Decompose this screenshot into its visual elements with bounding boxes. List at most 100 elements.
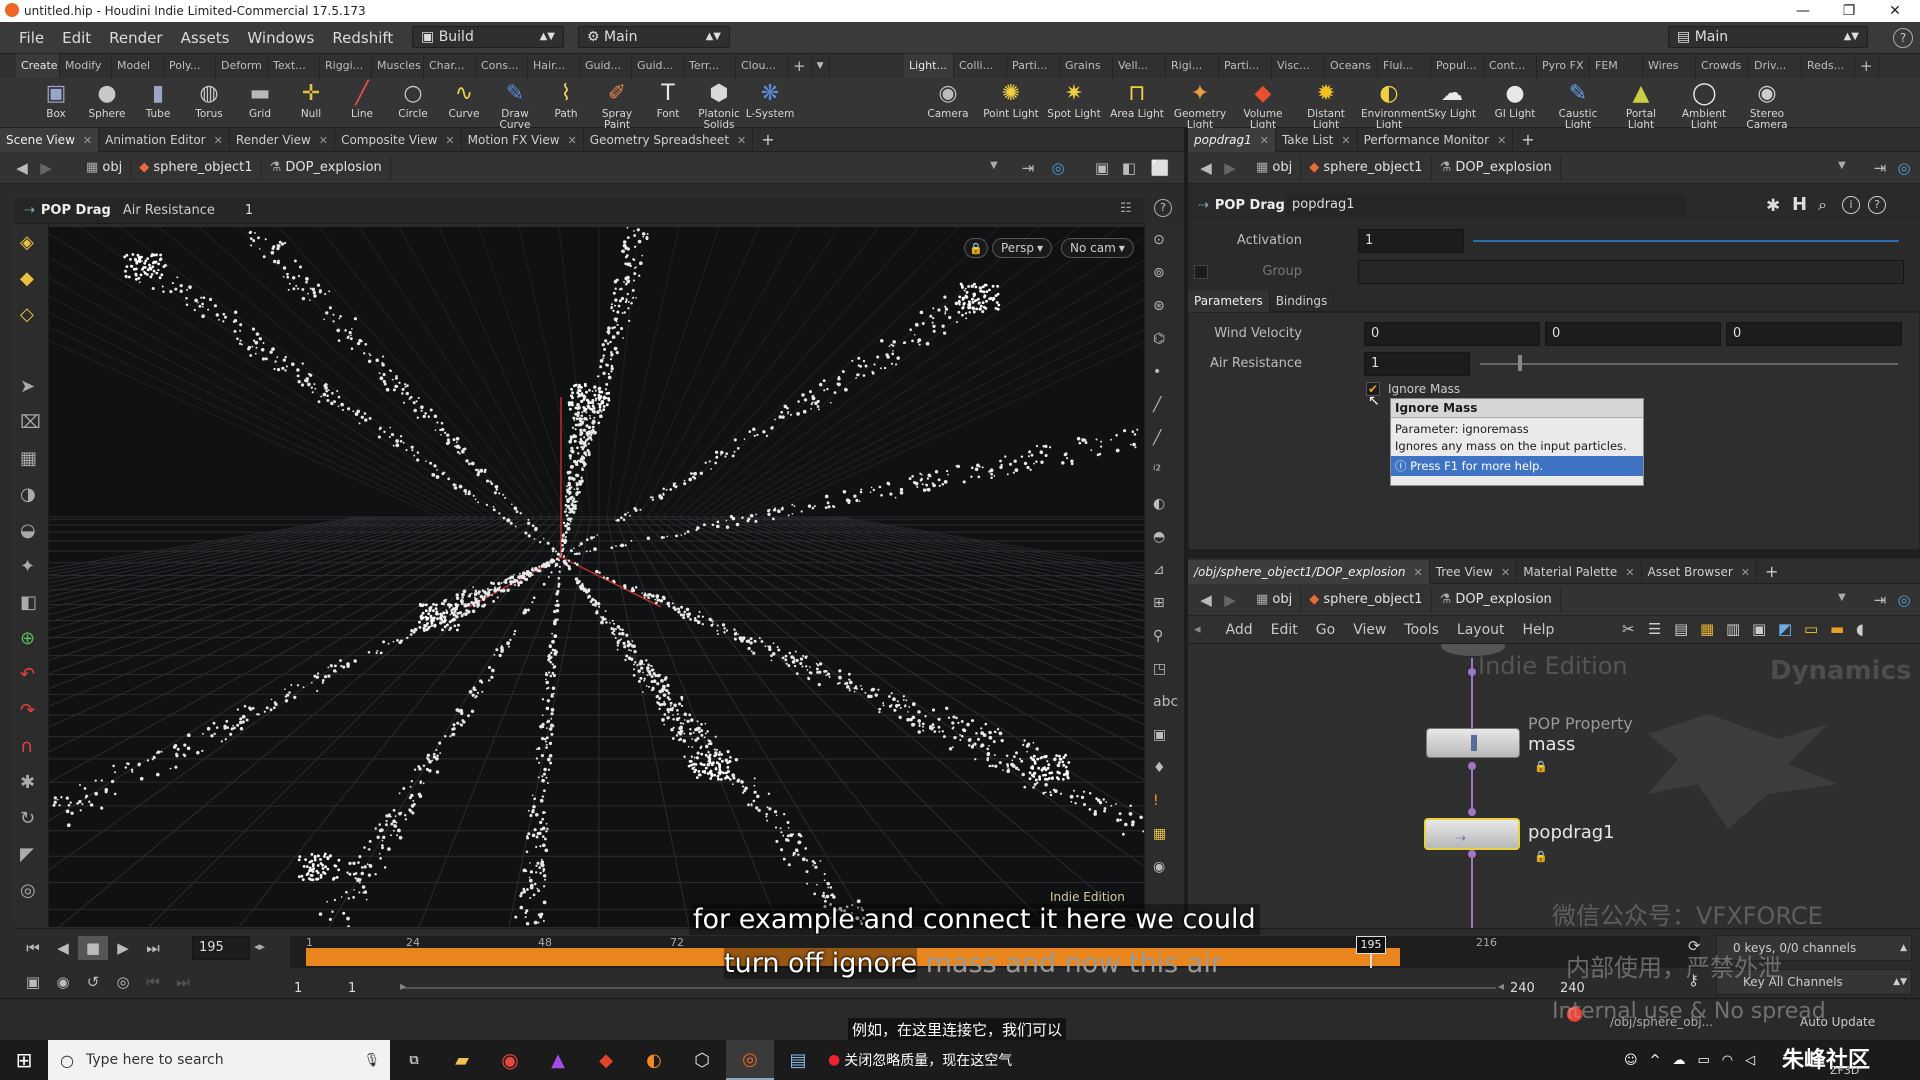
audio-icon[interactable]: ◉ [48,970,78,994]
shelf-tab[interactable]: Hair... [528,54,580,78]
image-icon[interactable]: ◩ [1778,620,1792,638]
shelf-tab[interactable]: Text... [268,54,320,78]
tree-icon[interactable]: ☰ [1648,620,1661,638]
unity-button[interactable]: ⬡ [678,1040,726,1080]
tab-parameters[interactable]: Parameters [1188,289,1270,312]
minimize-button[interactable]: — [1780,0,1826,22]
notepad-button[interactable]: ▤ [774,1040,822,1080]
sky-light-tool[interactable]: ☁ Sky Light [1424,80,1480,126]
app-red-button[interactable]: ◆ [582,1040,630,1080]
node-popdrag1[interactable]: ⇢ [1424,818,1520,850]
activation-field[interactable]: 1 [1358,229,1464,253]
hda-icon[interactable]: H [1792,194,1807,215]
brush-icon[interactable]: ◤ [20,844,34,865]
select-geo-icon[interactable]: ◇ [20,304,34,325]
volume-icon[interactable]: ◁ [1745,1053,1755,1068]
chevron-up-icon[interactable]: ^ [1650,1053,1661,1068]
display-option-icon[interactable]: ◐ [1153,496,1165,512]
close-icon[interactable]: ✕ [1413,566,1422,579]
shelf-tab[interactable]: Guid... [632,54,684,78]
collapse-icon[interactable]: ◂ [1194,622,1201,637]
gear-icon[interactable]: ✱ [1766,196,1780,216]
tab-composite-view[interactable]: Composite View ✕ [335,127,462,152]
menu-assets[interactable]: Assets [172,22,239,54]
wind-velocity-z[interactable]: 0 [1726,322,1902,346]
display-option-icon[interactable]: ◓ [1153,529,1165,545]
menu-edit[interactable]: Edit [53,22,100,54]
tab-popdrag1[interactable]: popdrag1 ✕ [1188,127,1276,152]
shelf-tab[interactable]: Driv... [1749,54,1802,78]
shelf-tab[interactable]: Light... [904,54,954,78]
distant-light-tool[interactable]: ✹ Distant Light [1298,80,1354,131]
shelf-tab[interactable]: Flui... [1378,54,1431,78]
wind-velocity-x[interactable]: 0 [1364,322,1540,346]
prev-key-icon[interactable]: ⏮ [138,970,168,994]
tool-a-icon[interactable]: ▦ [20,448,37,469]
shelf-tab[interactable]: Poly... [164,54,216,78]
caustic-light-tool[interactable]: ✎ Caustic Light [1550,80,1606,131]
view-tool-icon[interactable]: ◧ [20,592,37,613]
display-option-icon[interactable]: ◉ [1153,859,1165,875]
range-end-handle[interactable]: ◂ [1498,979,1504,993]
scale-icon[interactable]: ↷ [20,700,35,721]
desktop-main-select[interactable]: ⚙ Main ▲▼ [578,26,730,48]
tab-scene-view[interactable]: Scene View ✕ [0,127,100,152]
shelf-tab[interactable]: Muscles [372,54,424,78]
cloud-icon[interactable]: ☁ [1672,1053,1685,1068]
playhead-marker[interactable]: 195 [1356,936,1386,954]
display-option-icon[interactable]: ! [1153,793,1159,809]
op-param-value[interactable]: 1 [245,203,253,218]
environment-light-tool[interactable]: ◐ Environment Light [1361,80,1428,131]
stop-icon[interactable]: ■ [78,936,108,960]
more-icon[interactable]: ◖ [1856,620,1864,638]
handle-options-icon[interactable]: ☷ [1120,201,1132,216]
crumb-obj[interactable]: ▦ obj [78,155,132,180]
box-tool[interactable]: ▣ Box [28,80,84,126]
link-icon[interactable]: ◎ [1046,156,1070,180]
current-frame-field[interactable]: 195 [192,936,250,960]
wind-velocity-y[interactable]: 0 [1545,322,1721,346]
ambient-light-tool[interactable]: ◯ Ambient Light [1676,80,1732,131]
crumb-dop-network[interactable]: ⚗ DOP_explosion [1432,155,1561,180]
crumb-dop-network[interactable]: ⚗ DOP_explosion [262,155,391,180]
forward-arrow-icon[interactable]: ▶ [1218,588,1242,612]
crumb-dop-network[interactable]: ⚗ DOP_explosion [1432,587,1561,612]
display-option-icon[interactable]: ⁱ² [1153,463,1161,479]
help-icon[interactable]: ? [1868,196,1886,214]
display-option-icon[interactable]: ⊙ [1153,232,1165,248]
close-icon[interactable]: ✕ [1501,566,1510,579]
menu-layout[interactable]: Layout [1448,622,1514,638]
orbit-icon[interactable]: ↻ [20,808,35,829]
close-icon[interactable]: ✕ [1341,134,1350,147]
shelf-tab[interactable]: Colli... [954,54,1007,78]
spot-light-tool[interactable]: ✷ Spot Light [1046,80,1102,126]
camera-tool[interactable]: ◉ Camera [920,80,976,126]
path-dropdown-icon[interactable]: ▼ [1838,592,1846,603]
shelf-tab[interactable]: Clou... [736,54,788,78]
pin-icon[interactable]: ⇥ [1016,156,1040,180]
add-shelf-tab-icon[interactable]: + [788,54,812,78]
menu-help[interactable]: Help [1514,622,1564,638]
path-dropdown-icon[interactable]: ▼ [1838,160,1846,171]
slider-handle[interactable] [1518,355,1522,371]
shelf-menu-icon[interactable]: ▼ [812,54,830,78]
shelf-tab[interactable]: Crowds [1696,54,1749,78]
tab-render-view[interactable]: Render View ✕ [230,127,336,152]
shelf-tab[interactable]: Guid... [580,54,632,78]
close-icon[interactable]: ✕ [83,134,92,147]
close-icon[interactable]: ✕ [737,134,746,147]
tab-asset-browser[interactable]: Asset Browser ✕ [1642,559,1757,584]
lock-icon[interactable]: ⌧ [20,412,41,433]
menu-edit[interactable]: Edit [1262,622,1307,638]
pin-icon[interactable]: ⇥ [1868,588,1892,612]
shelf-tab[interactable]: Oceans [1325,54,1378,78]
point-light-tool[interactable]: ✺ Point Light [983,80,1039,126]
portal-light-tool[interactable]: ▲ Portal Light [1613,80,1669,131]
houdini-button[interactable]: ◎ [726,1040,774,1080]
start-frame-field[interactable]: 1 [294,981,302,996]
scene-icon[interactable]: ◧ [1117,156,1141,180]
app-purple-button[interactable]: ▲ [534,1040,582,1080]
display-option-icon[interactable]: abc [1153,694,1178,710]
shelf-tab[interactable]: Grains [1060,54,1113,78]
search-box[interactable]: ○ Type here to search 🎙 [48,1040,390,1080]
